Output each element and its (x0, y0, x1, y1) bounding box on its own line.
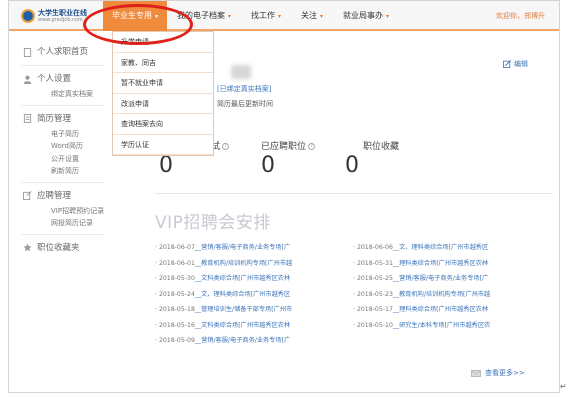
logo-emblem-icon (21, 9, 35, 23)
resume-updated-label: 简历最后更新时间 (217, 100, 273, 108)
stat-label-favorites: 职位收藏 (363, 142, 400, 152)
vip-job-item[interactable]: · 2018-06-06__文、理科类综合场[广州市越秀区 (353, 240, 551, 256)
sidebar-link-word-resume[interactable]: Word简历 (9, 140, 105, 153)
vip-section-title: VIP招聘会安排 (155, 213, 271, 233)
section-divider (155, 193, 553, 194)
vip-job-item[interactable]: · 2018-06-01__教育机构/培训机构专场[广州市越 (155, 256, 353, 272)
vip-job-list: · 2018-06-07__营销/客服/电子商务/业务专场[广 · 2018-0… (155, 240, 555, 349)
chevron-down-icon: ▾ (278, 13, 282, 20)
sidebar-home-label: 个人求职首页 (37, 47, 89, 57)
sidebar-item-resume[interactable]: 简历管理 (9, 110, 105, 128)
vip-job-item[interactable]: · 2018-06-07__营销/客服/电子商务/业务专场[广 (155, 240, 353, 256)
nav-follow[interactable]: 关注 ▾ (291, 1, 333, 31)
document-icon (23, 114, 32, 123)
menu-item-archive-query[interactable]: 查询档案去向 (113, 114, 213, 135)
menu-item-degree-verification[interactable]: 学历认证 (113, 135, 213, 155)
chevron-down-icon: ▾ (228, 13, 232, 20)
sidebar-item-settings[interactable]: 个人设置 (9, 70, 105, 88)
apply-icon (23, 191, 32, 200)
sidebar-item-home[interactable]: 个人求职首页 (9, 43, 105, 61)
view-more-link[interactable]: 查看更多>> (471, 368, 525, 378)
vip-job-item[interactable]: · 2018-05-17__理科类综合场[广州市越秀区农林 (353, 302, 551, 318)
site-logo[interactable]: 大学生职业在线 www.gradjob.com (21, 9, 87, 23)
sidebar-item-apply[interactable]: 应聘管理 (9, 187, 105, 205)
return-arrow-icon: ↵ (560, 382, 567, 391)
sidebar-link-bind-archive[interactable]: 绑定真实档案 (9, 88, 105, 101)
sidebar-link-refresh-resume[interactable]: 刷新简历 (9, 165, 105, 178)
nav-employment-affairs-label: 就业局事办 (343, 11, 384, 20)
vip-job-item[interactable]: · 2018-05-09__营销/客服/电子商务/业务专场[广 (155, 333, 353, 349)
menu-item-tutoring[interactable]: 家教、同吉 (113, 53, 213, 73)
help-icon[interactable]: ? (308, 143, 316, 150)
sidebar-divider (21, 233, 105, 235)
stat-value-applied: 0 (261, 153, 275, 178)
vip-job-item[interactable]: · 2018-05-25__营销/客服/电子商务/业务专场[广 (353, 271, 551, 287)
sidebar-link-public-settings[interactable]: 公开设置 (9, 153, 105, 166)
stat-value-favorites: 0 (345, 153, 359, 178)
vip-job-item[interactable]: · 2018-05-30__文科类综合场[广州市越秀区农林 (155, 271, 353, 287)
vip-job-item[interactable]: · 2018-05-18__管理培训生/储备干部专场[广州市 (155, 302, 353, 318)
sidebar-link-vip-records[interactable]: VIP招聘预约记录 (9, 205, 105, 218)
user-name-blurred (231, 65, 251, 79)
vip-job-item[interactable]: · 2018-05-10__研究生/本科专场[广州市越秀区农 (353, 318, 551, 334)
menu-item-defer-employment[interactable]: 暂不就业申请 (113, 73, 213, 94)
chevron-down-icon: ▾ (386, 13, 390, 20)
pencil-icon (503, 60, 511, 68)
logo-subtext: www.gradjob.com (38, 17, 83, 23)
graduates-dropdown-menu: 升学申请 家教、同吉 暂不就业申请 改派申请 查询档案去向 学历认证 (112, 31, 214, 156)
sidebar-item-favorites[interactable]: 职位收藏夹 (9, 239, 105, 257)
edit-button[interactable]: 编辑 (503, 59, 528, 69)
mail-icon (471, 369, 481, 377)
sidebar-divider (21, 65, 105, 66)
nav-find-job[interactable]: 找工作 ▾ (241, 1, 291, 31)
sidebar-favorites-label: 职位收藏夹 (37, 242, 80, 253)
sidebar-settings-label: 个人设置 (37, 74, 72, 84)
logo-text: 大学生职业在线 (38, 9, 87, 17)
nav-find-job-label: 找工作 (251, 11, 276, 20)
chevron-down-icon: ▾ (320, 13, 324, 20)
vip-job-item[interactable]: · 2018-05-23__教育机构/培训机构专场[广州市越 (353, 287, 551, 303)
nav-employment-affairs[interactable]: 就业局事办 ▾ (333, 1, 399, 31)
sidebar-apply-label: 应聘管理 (37, 190, 72, 201)
sidebar: 个人求职首页 个人设置 绑定真实档案 简历管理 电子简历 Word简历 公开设置… (9, 43, 105, 257)
view-more-label: 查看更多>> (485, 369, 525, 377)
stat-label-applied: 已应聘职位? (261, 139, 316, 152)
vip-job-item[interactable]: · 2018-05-31__理科类综合场[广州市越秀区农林 (353, 256, 551, 272)
sidebar-divider (21, 181, 105, 183)
user-icon (23, 75, 32, 84)
page-frame: 大学生职业在线 www.gradjob.com 毕业生专用 ▾ 我的电子档案 ▾ 找… (8, 0, 560, 393)
sidebar-resume-label: 简历管理 (37, 113, 72, 124)
sidebar-link-e-resume[interactable]: 电子简历 (9, 128, 105, 141)
doc-icon (23, 47, 32, 57)
welcome-user[interactable]: 欢迎你，郑博升 (496, 11, 545, 21)
sidebar-link-online-records[interactable]: 网投简历记录 (9, 217, 105, 230)
sidebar-divider (21, 104, 105, 106)
star-icon (23, 243, 32, 252)
edit-label: 编辑 (514, 60, 528, 68)
annotation-circle (83, 4, 193, 45)
help-icon[interactable]: ? (222, 143, 230, 150)
nav-follow-label: 关注 (301, 11, 318, 20)
menu-item-reassignment[interactable]: 改派申请 (113, 94, 213, 114)
stat-value-interviews: 0 (159, 153, 173, 178)
vip-job-item[interactable]: · 2018-05-16__文科类综合场[广州市越秀区农林 (155, 318, 353, 334)
bound-archive-link[interactable]: [已绑定真实档案] (217, 84, 271, 94)
vip-job-item[interactable]: · 2018-05-24__文、理科类综合场[广州市越秀区 (155, 287, 353, 303)
